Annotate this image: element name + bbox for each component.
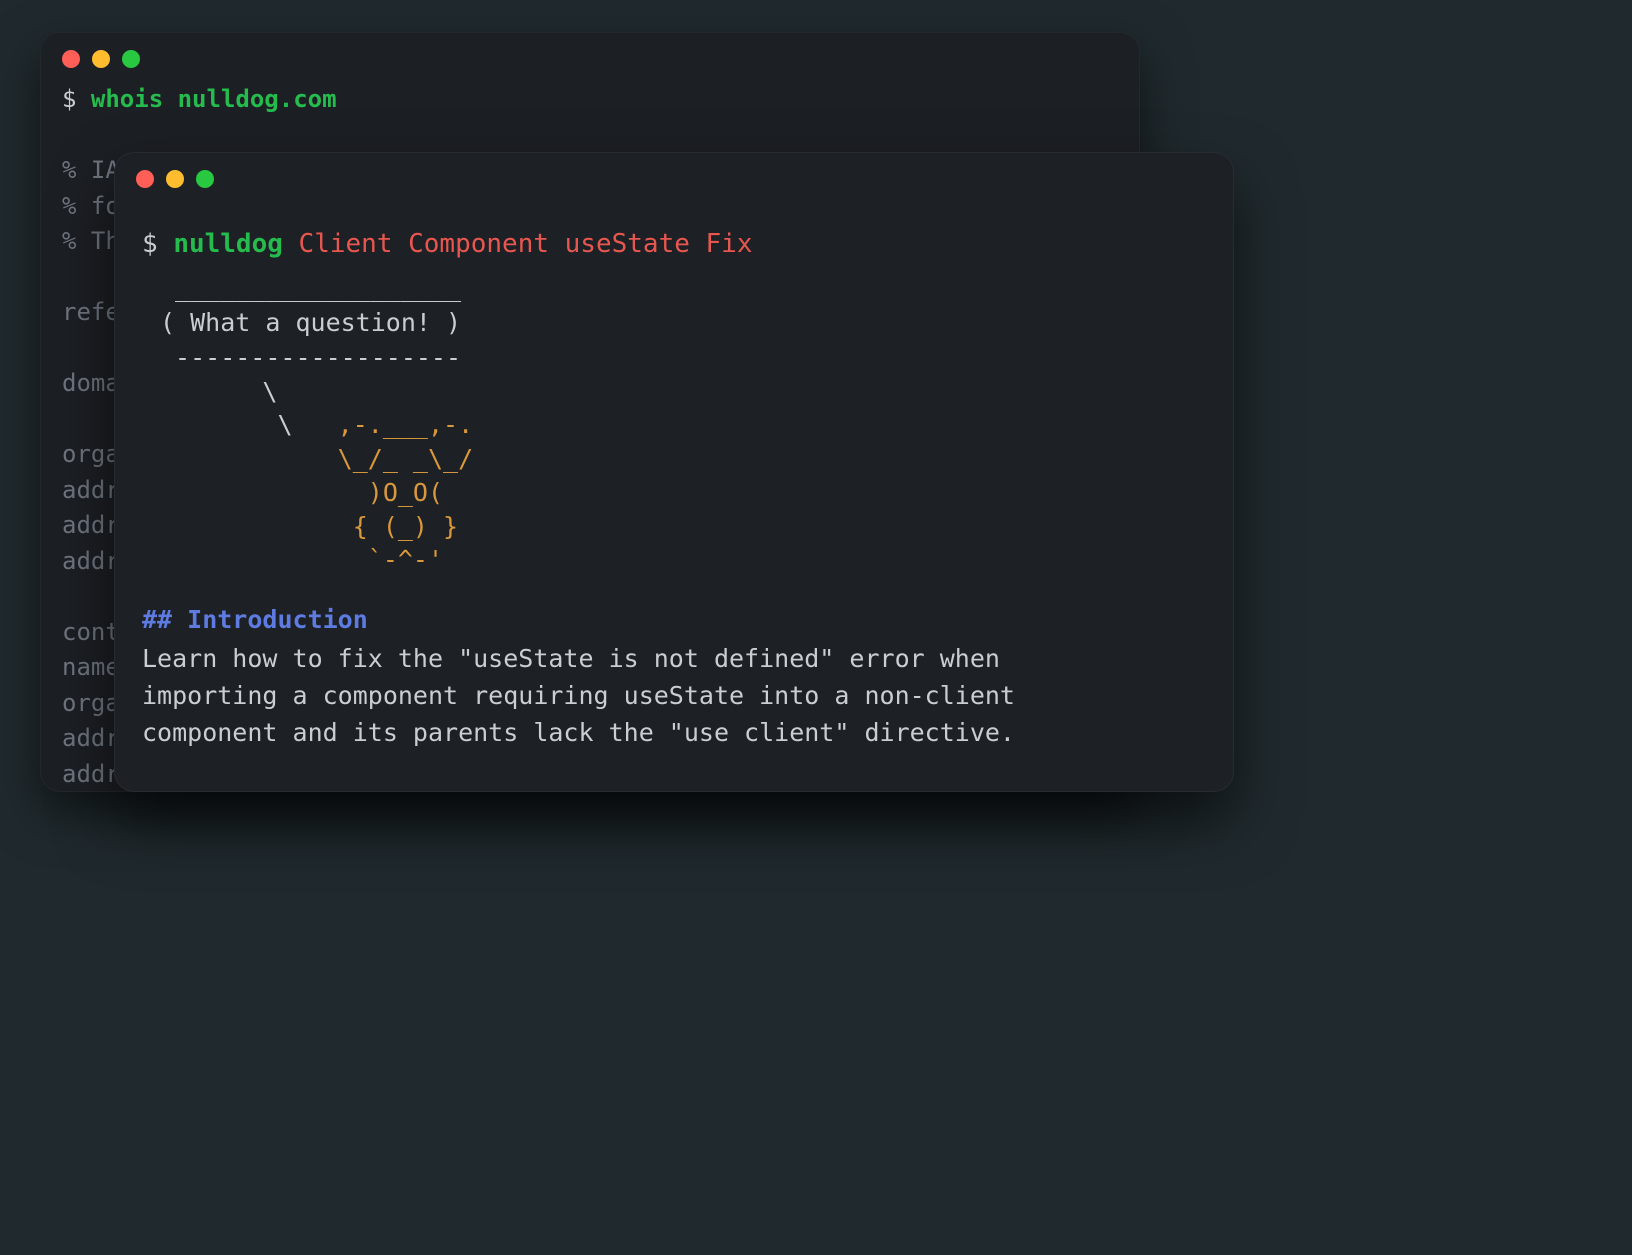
speech-bot: -------------------	[160, 343, 476, 372]
dog-line: \	[142, 377, 277, 406]
dog-line: `-^-'	[142, 545, 443, 574]
intro-heading-text: ## Introduction	[142, 605, 368, 634]
close-icon[interactable]	[136, 170, 154, 188]
ascii-dog-icon: \ \ ,-.___,-. \_/_ _\_/ )O_O( { (_) } `-…	[142, 375, 1206, 578]
front-title: Client Component useState Fix	[299, 229, 753, 259]
terminal-body-front: $ nulldog Client Component useState Fix …	[114, 192, 1234, 773]
dog-line: \_/_ _\_/	[142, 444, 473, 473]
speech-top: ___________________	[160, 273, 476, 302]
dog-line: { (_) }	[142, 512, 458, 541]
prompt-symbol: $	[142, 229, 158, 259]
close-icon[interactable]	[62, 50, 80, 68]
front-prompt-line: $ nulldog Client Component useState Fix	[142, 224, 1206, 266]
prompt-symbol: $	[62, 85, 76, 113]
speech-bubble: ___________________ ( What a question! )…	[160, 270, 1206, 375]
intro-text: Learn how to fix the "useState is not de…	[142, 640, 1142, 751]
minimize-icon[interactable]	[166, 170, 184, 188]
back-command: whois nulldog.com	[91, 85, 337, 113]
dog-line: )O_O(	[142, 478, 443, 507]
speech-mid: ( What a question! )	[160, 308, 461, 337]
front-command: nulldog	[173, 229, 283, 259]
intro-heading: ## Introduction	[142, 605, 1206, 634]
maximize-icon[interactable]	[122, 50, 140, 68]
maximize-icon[interactable]	[196, 170, 214, 188]
minimize-icon[interactable]	[92, 50, 110, 68]
terminal-window-front: $ nulldog Client Component useState Fix …	[114, 152, 1234, 792]
traffic-lights-front	[114, 152, 1234, 192]
traffic-lights-back	[40, 32, 1140, 72]
